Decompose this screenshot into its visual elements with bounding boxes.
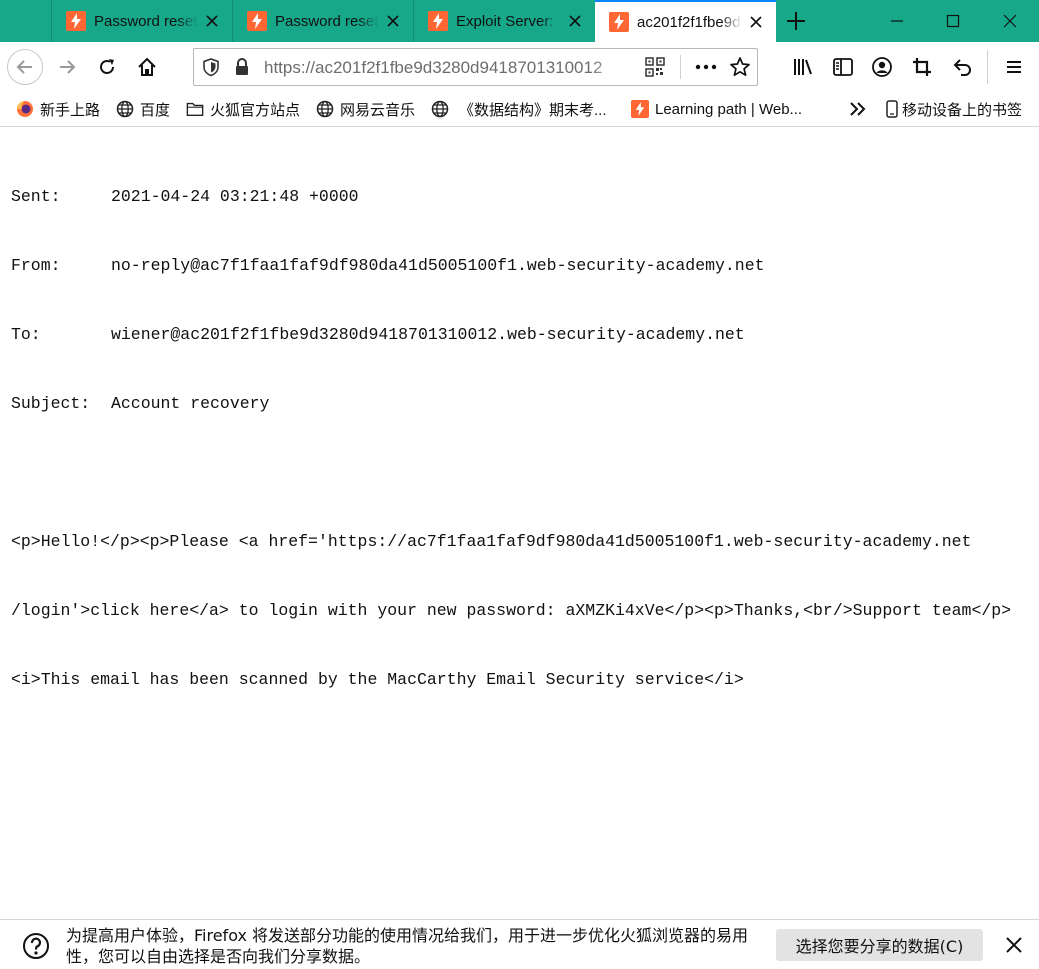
tab-strip: Password reset Password reset Exploit Se…: [0, 0, 1039, 42]
email-from-row: From: no-reply@ac7f1faa1faf9df980da41d50…: [11, 254, 1011, 277]
bookmark-label: 网易云音乐: [340, 101, 416, 119]
bookmark-item[interactable]: 网易云音乐: [316, 98, 415, 120]
bookmark-label: 《数据结构》期末考...: [459, 101, 607, 119]
account-icon[interactable]: [866, 51, 898, 83]
subject-value: Account recovery: [111, 394, 270, 413]
globe-icon: [316, 100, 334, 118]
close-notification-icon[interactable]: [1005, 936, 1023, 958]
globe-icon: [116, 100, 134, 118]
tab-exploit-server[interactable]: Exploit Server:: [413, 0, 595, 42]
to-label: To:: [11, 325, 41, 344]
choose-data-button[interactable]: 选择您要分享的数据(C): [776, 929, 983, 961]
tab-password-reset-2[interactable]: Password reset: [232, 0, 413, 42]
menu-icon[interactable]: [998, 51, 1030, 83]
bookmark-folder[interactable]: 火狐官方站点: [186, 98, 300, 120]
forward-icon[interactable]: [51, 51, 83, 83]
home-icon[interactable]: [131, 51, 163, 83]
notification-message: 为提高用户体验，Firefox 将发送部分功能的使用情况给我们，用于进一步优化火…: [66, 926, 749, 966]
sidebar-icon[interactable]: [827, 51, 859, 83]
minimize-icon[interactable]: [869, 0, 925, 42]
portswigger-favicon-icon: [247, 11, 267, 31]
close-tab-icon[interactable]: [204, 13, 220, 29]
bookmark-label: Learning path | Web...: [655, 100, 803, 118]
maximize-icon[interactable]: [925, 0, 981, 42]
undo-icon[interactable]: [946, 51, 978, 83]
sent-label: Sent:: [11, 187, 61, 206]
lock-icon[interactable]: [234, 57, 250, 81]
bookmark-item[interactable]: 《数据结构》期末考...: [431, 98, 607, 120]
bookmark-label: 百度: [140, 101, 171, 119]
mobile-bookmarks[interactable]: 移动设备上的书签: [886, 98, 1022, 120]
url-bar[interactable]: https://ac201f2f1fbe9d3280d9418701310012: [193, 48, 758, 86]
email-subject-row: Subject: Account recovery: [11, 392, 1011, 415]
portswigger-favicon-icon: [428, 11, 448, 31]
tab-email-active[interactable]: ac201f2f1fbe9d3280d94187013100: [595, 0, 776, 42]
close-tab-icon[interactable]: [385, 13, 401, 29]
window-close-icon[interactable]: [982, 0, 1038, 42]
firefox-icon: [16, 100, 34, 118]
url-divider: [680, 55, 681, 79]
portswigger-icon: [631, 100, 649, 118]
bookmark-label: 新手上路: [40, 101, 101, 119]
sent-value: 2021-04-24 03:21:48 +0000: [111, 187, 359, 206]
tab-label: Exploit Server:: [456, 12, 554, 30]
new-tab-icon[interactable]: [782, 8, 810, 34]
navigation-toolbar: https://ac201f2f1fbe9d3280d9418701310012: [0, 42, 1039, 92]
tab-label: Password reset: [275, 12, 379, 30]
email-sent-row: Sent: 2021-04-24 03:21:48 +0000: [11, 185, 1011, 208]
bookmark-label: 火狐官方站点: [210, 101, 301, 119]
close-tab-icon[interactable]: [567, 13, 583, 29]
mobile-device-icon: [886, 100, 898, 118]
qr-code-icon[interactable]: [645, 57, 665, 81]
email-body-line: <i>This email has been scanned by the Ma…: [11, 670, 744, 689]
tab-password-reset-1[interactable]: Password reset: [51, 0, 232, 42]
portswigger-favicon-icon: [66, 11, 86, 31]
bookmark-item[interactable]: Learning path | Web...: [631, 98, 802, 120]
globe-icon: [431, 100, 449, 118]
email-content: Sent: 2021-04-24 03:21:48 +0000 From: no…: [11, 139, 1011, 714]
folder-icon: [186, 100, 204, 118]
from-label: From:: [11, 256, 61, 275]
portswigger-favicon-icon: [609, 12, 629, 32]
bookmark-item[interactable]: 新手上路: [16, 98, 100, 120]
library-icon[interactable]: [787, 51, 819, 83]
bookmarks-toolbar: 新手上路 百度 火狐官方站点 网易云音乐 《数据结构》期末考... Learni…: [0, 92, 1039, 127]
email-body-line: /login'>click here</a> to login with you…: [11, 601, 1012, 620]
toolbar-divider: [987, 50, 988, 84]
telemetry-notification-bar: 为提高用户体验，Firefox 将发送部分功能的使用情况给我们，用于进一步优化火…: [0, 919, 1039, 969]
from-value: no-reply@ac7f1faa1faf9df980da41d5005100f…: [111, 256, 765, 275]
screenshot-crop-icon[interactable]: [906, 51, 938, 83]
shield-icon[interactable]: [202, 57, 220, 81]
tab-label: Password reset: [94, 12, 198, 30]
close-tab-icon[interactable]: [748, 14, 764, 30]
help-icon: [22, 932, 50, 964]
email-body-line: <p>Hello!</p><p>Please <a href='https://…: [11, 532, 972, 551]
bookmark-label: 移动设备上的书签: [902, 101, 1023, 119]
more-bookmarks-chevron-icon[interactable]: [848, 98, 868, 120]
reload-icon[interactable]: [91, 51, 123, 83]
email-to-row: To: wiener@ac201f2f1fbe9d3280d9418701310…: [11, 323, 1011, 346]
bookmark-item[interactable]: 百度: [116, 98, 170, 120]
bookmark-star-icon[interactable]: [729, 56, 751, 82]
to-value: wiener@ac201f2f1fbe9d3280d9418701310012.…: [111, 325, 745, 344]
back-icon[interactable]: [7, 49, 43, 85]
subject-label: Subject:: [11, 394, 91, 413]
page-actions-icon[interactable]: [694, 57, 718, 81]
tab-label: ac201f2f1fbe9d3280d94187013100: [637, 13, 742, 31]
url-text[interactable]: https://ac201f2f1fbe9d3280d9418701310012: [264, 58, 634, 78]
